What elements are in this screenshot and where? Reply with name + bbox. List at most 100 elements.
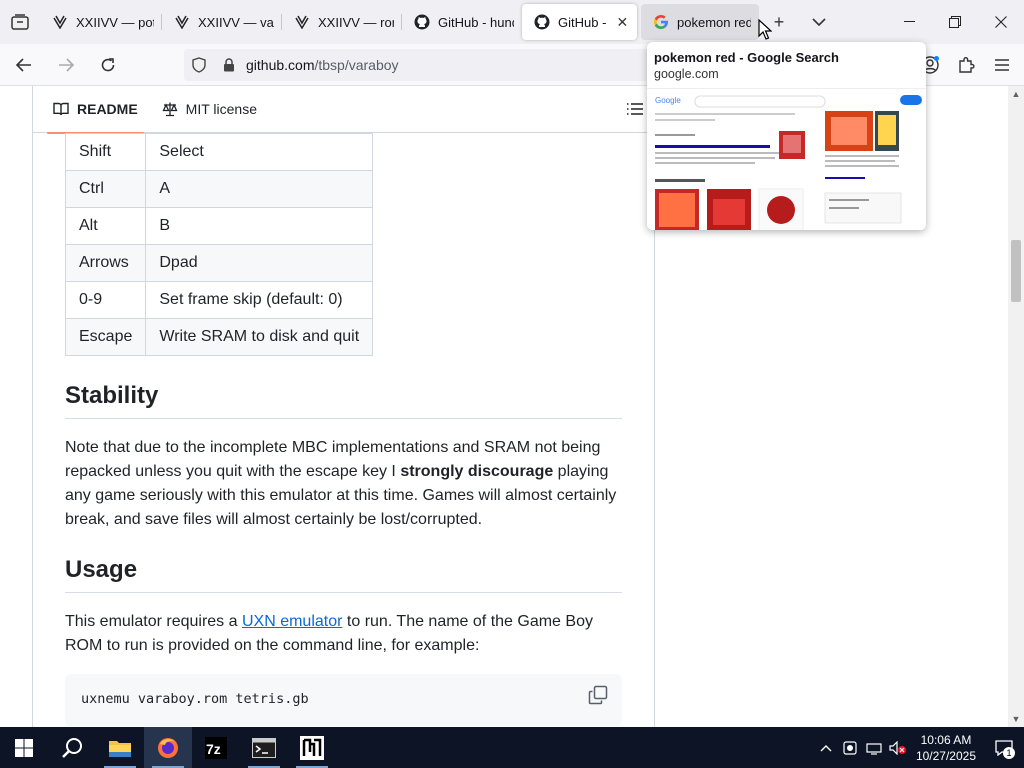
tab-xxiivv-2[interactable]: XXIIVV — varv: [162, 4, 282, 40]
tab-title: XXIIVV — varv: [198, 14, 274, 30]
reload-button[interactable]: [90, 49, 126, 81]
firefox-view-icon: [11, 14, 29, 30]
volume-button[interactable]: [886, 727, 910, 768]
xxiivv-icon: [52, 14, 68, 30]
usage-text: This emulator requires a: [65, 613, 242, 630]
back-button[interactable]: [6, 49, 42, 81]
action-cell: Select: [145, 133, 374, 171]
network-icon: [866, 742, 882, 755]
clock-time: 10:06 AM: [920, 732, 972, 747]
table-row: 0-9 Set frame skip (default: 0): [64, 281, 374, 319]
tab-license[interactable]: MIT license: [150, 86, 269, 133]
address-bar[interactable]: github.com/tbsp/varaboy: [184, 49, 650, 81]
menu-button[interactable]: [988, 52, 1016, 78]
notifications-button[interactable]: 1: [984, 727, 1024, 768]
table-row: Ctrl A: [64, 170, 374, 208]
tab-preview-popup: pokemon red - Google Search google.com G…: [647, 42, 926, 230]
github-icon: [534, 14, 550, 30]
hamburger-icon: [995, 59, 1009, 71]
scroll-down-icon[interactable]: ▼: [1008, 711, 1024, 727]
chevron-up-icon: [820, 744, 832, 751]
reload-icon: [101, 57, 115, 71]
show-hidden-icons-button[interactable]: [814, 727, 838, 768]
scrollbar-thumb[interactable]: [1011, 240, 1021, 302]
preview-title: pokemon red - Google Search: [654, 50, 839, 65]
list-all-tabs-button[interactable]: [799, 0, 839, 44]
clock-date: 10/27/2025: [915, 748, 976, 763]
key-cell: Arrows: [64, 244, 147, 282]
scroll-up-icon[interactable]: ▲: [1008, 86, 1024, 102]
copy-icon[interactable]: [588, 685, 608, 705]
clock[interactable]: 10:06 AM 10/27/2025: [916, 732, 976, 764]
search-icon: [62, 737, 82, 758]
tab-xxiivv-3[interactable]: XXIIVV — rom: [282, 4, 402, 40]
firefox-icon: [158, 737, 178, 758]
tab-license-label: MIT license: [185, 101, 257, 117]
forward-button[interactable]: [48, 49, 84, 81]
vertical-scrollbar[interactable]: ▲ ▼: [1008, 86, 1024, 727]
google-icon: [653, 14, 669, 30]
network-button[interactable]: [862, 727, 886, 768]
action-cell: B: [145, 207, 374, 245]
uxn-icon: [300, 735, 324, 760]
tab-github-varaboy[interactable]: GitHub - tb ✕: [522, 4, 637, 40]
svg-text:Google: Google: [655, 96, 681, 105]
close-tab-icon[interactable]: ✕: [616, 14, 629, 30]
key-cell: Ctrl: [64, 170, 147, 208]
puzzle-icon: [959, 57, 975, 73]
key-cell: Shift: [64, 133, 147, 171]
firefox-view-button[interactable]: [0, 0, 40, 44]
start-button[interactable]: [0, 727, 48, 768]
taskbar-file-explorer[interactable]: [96, 727, 144, 768]
plus-icon: +: [773, 11, 785, 32]
table-row: Shift Select: [64, 133, 374, 171]
tab-readme[interactable]: README: [41, 86, 150, 134]
table-row: Alt B: [64, 207, 374, 245]
tab-pokemon-red[interactable]: pokemon red: [641, 4, 759, 40]
close-window-button[interactable]: [978, 0, 1024, 44]
restore-icon: [949, 16, 961, 28]
action-cell: Dpad: [145, 244, 374, 282]
taskbar-terminal[interactable]: [240, 727, 288, 768]
terminal-icon: [252, 737, 276, 758]
windows-taskbar: 7z 10:06 AM 10/27/2025 1: [0, 727, 1024, 768]
key-bindings-table: Shift Select Ctrl A Alt B Arrows Dpad 0-9 Set…: [64, 133, 374, 356]
taskbar-uxn[interactable]: [288, 727, 336, 768]
stability-heading: Stability: [65, 382, 622, 419]
tab-title: GitHub - tb: [558, 14, 610, 30]
table-row: Arrows Dpad: [64, 244, 374, 282]
tray-app-button[interactable]: [838, 727, 862, 768]
arrow-left-icon: [16, 57, 31, 72]
minimize-button[interactable]: [886, 0, 932, 44]
scale-icon: [162, 102, 178, 117]
extensions-button[interactable]: [952, 52, 980, 78]
lock-icon[interactable]: [214, 58, 244, 72]
readme-header: README MIT license: [33, 86, 654, 134]
xxiivv-icon: [174, 14, 190, 30]
search-button[interactable]: [48, 727, 96, 768]
tab-title: XXIIVV — rom: [318, 14, 394, 30]
action-cell: A: [145, 170, 374, 208]
xxiivv-icon: [294, 14, 310, 30]
taskbar-7zip[interactable]: 7z: [192, 727, 240, 768]
tab-github-hund[interactable]: GitHub - hund: [402, 4, 522, 40]
uxn-emulator-link[interactable]: UXN emulator: [242, 613, 342, 630]
tab-xxiivv-1[interactable]: XXIIVV — pota: [40, 4, 162, 40]
tab-title: GitHub - hund: [438, 14, 514, 30]
taskbar-firefox[interactable]: [144, 727, 192, 768]
table-of-contents-icon[interactable]: [626, 100, 644, 118]
code-block: uxnemu varaboy.rom tetris.gb: [65, 674, 622, 726]
usage-paragraph: This emulator requires a UXN emulator to…: [65, 610, 625, 658]
restore-button[interactable]: [932, 0, 978, 44]
minimize-icon: [903, 21, 915, 22]
key-cell: 0-9: [64, 281, 147, 319]
tracking-protection-icon[interactable]: [184, 57, 214, 73]
svg-text:7z: 7z: [206, 741, 221, 757]
usage-heading: Usage: [65, 556, 622, 593]
system-tray: 10:06 AM 10/27/2025 1: [814, 727, 1024, 768]
code-text: uxnemu varaboy.rom tetris.gb: [81, 691, 309, 707]
tab-readme-label: README: [77, 101, 138, 117]
tray-app-icon: [843, 740, 857, 755]
tab-title: pokemon red: [677, 14, 751, 30]
github-icon: [414, 14, 430, 30]
